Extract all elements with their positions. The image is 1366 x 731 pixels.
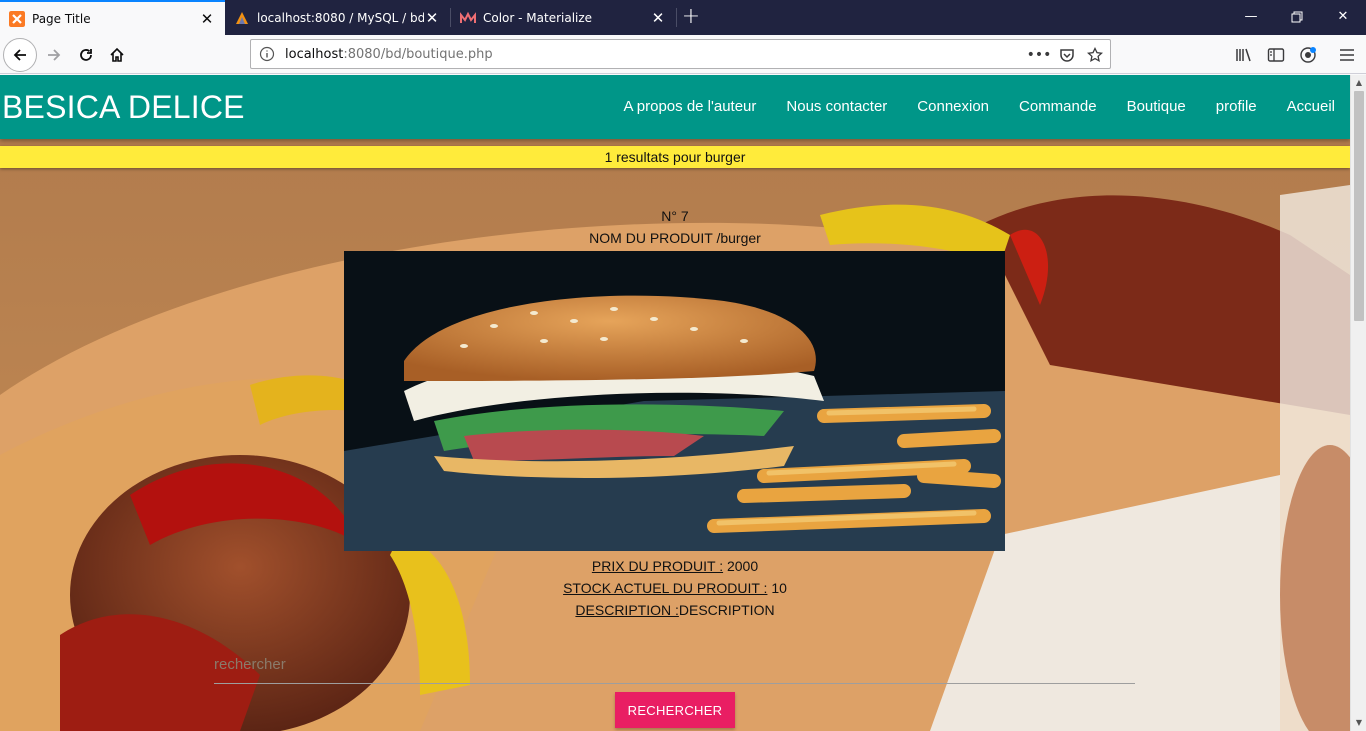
back-button[interactable] [3,38,37,72]
page-actions-icon[interactable]: ••• [1027,45,1052,65]
page-scrollbar[interactable]: ▲ ▼ [1350,75,1366,731]
library-button[interactable] [1233,44,1255,66]
minimize-icon: — [1244,9,1258,24]
tab-materialize[interactable]: Color - Materialize ✕ [451,0,676,35]
scroll-thumb[interactable] [1354,91,1364,321]
search-field [214,646,1135,684]
menu-profile[interactable]: profile [1201,75,1272,139]
home-icon [110,47,124,62]
restore-button[interactable] [1274,0,1320,35]
sidebar-button[interactable] [1265,44,1287,66]
menu-shop[interactable]: Boutique [1112,75,1201,139]
tab-title: Page Title [32,11,91,26]
xampp-icon [9,10,25,27]
burger-product-image [344,251,1005,551]
hamburger-icon [1340,49,1354,61]
product-details: PRIX DU PRODUIT : 2000 STOCK ACTUEL DU P… [0,555,1350,621]
reload-icon [80,49,92,61]
menu-about[interactable]: A propos de l'auteur [608,75,771,139]
address-bar[interactable]: localhost:8080/bd/boutique.php ••• [250,39,1111,69]
site-navbar: BESICA DELICE A propos de l'auteur Nous … [0,75,1350,139]
tab-title: localhost:8080 / MySQL / bdd_j [257,10,424,25]
tab-phpmyadmin[interactable]: localhost:8080 / MySQL / bdd_j ✕ [225,0,450,35]
star-icon [1087,47,1103,63]
product-price: PRIX DU PRODUIT : 2000 [591,558,759,574]
close-icon: ✕ [1337,9,1349,24]
plus-icon: + [681,4,701,29]
search-button[interactable]: RECHERCHER [615,692,735,728]
forward-button[interactable] [38,39,70,71]
search-input[interactable] [214,646,1135,683]
close-window-button[interactable]: ✕ [1320,0,1366,35]
menu-home[interactable]: Accueil [1272,75,1350,139]
sidebar-icon [1267,48,1285,62]
info-icon[interactable] [259,46,275,62]
reload-button[interactable] [70,39,102,71]
tab-page-title[interactable]: Page Title ✕ [0,0,225,35]
phpmyadmin-icon [236,11,248,24]
tab-divider [676,8,677,27]
firefox-account-icon [1300,47,1316,63]
product-name: NOM DU PRODUIT /burger [589,230,761,246]
product-stock: STOCK ACTUEL DU PRODUIT : 10 [563,580,787,596]
home-button[interactable] [101,39,133,71]
results-banner: 1 resultats pour burger [0,146,1350,168]
menu-button[interactable] [1336,44,1358,66]
brand-logo[interactable]: BESICA DELICE [2,89,245,126]
pocket-icon [1060,49,1074,62]
restore-icon [1291,11,1303,23]
browser-tab-strip: Page Title ✕ localhost:8080 / MySQL / bd… [0,0,1366,35]
arrow-right-icon [48,49,61,61]
menu-order[interactable]: Commande [1004,75,1112,139]
site-menu: A propos de l'auteur Nous contacter Conn… [608,75,1350,139]
minimize-button[interactable]: — [1228,0,1274,35]
close-tab-icon[interactable]: ✕ [199,11,215,27]
arrow-left-icon [13,49,26,61]
tab-title: Color - Materialize [483,10,593,25]
new-tab-button[interactable]: + [678,0,704,35]
pocket-button[interactable] [1057,45,1077,65]
library-icon [1236,48,1251,62]
materialize-icon [460,11,476,23]
product-card: N° 7 NOM DU PRODUIT /burger [0,205,1350,249]
account-button[interactable] [1297,44,1319,66]
url-text: localhost:8080/bd/boutique.php [285,47,493,62]
scroll-down-icon[interactable]: ▼ [1351,715,1366,731]
bookmark-button[interactable] [1085,45,1105,65]
product-description: DESCRIPTION :DESCRIPTION [575,602,775,618]
close-tab-icon[interactable]: ✕ [424,10,440,26]
browser-toolbar: localhost:8080/bd/boutique.php ••• [0,35,1366,74]
close-tab-icon[interactable]: ✕ [650,10,666,26]
menu-contact[interactable]: Nous contacter [771,75,902,139]
scroll-up-icon[interactable]: ▲ [1351,75,1366,91]
menu-login[interactable]: Connexion [902,75,1004,139]
product-number: N° 7 [661,208,689,224]
page-viewport: BESICA DELICE A propos de l'auteur Nous … [0,75,1350,731]
